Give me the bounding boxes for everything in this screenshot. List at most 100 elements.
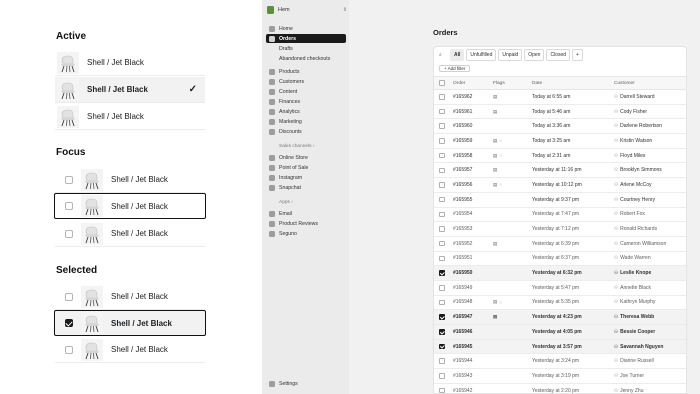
table-row[interactable]: #165946 Yesterday at 4:05 pm ⚇ Bessie Coope… <box>434 325 686 340</box>
table-row[interactable]: #165951 Yesterday at 6:37 pm ⚇ Wade Warren <box>434 252 686 267</box>
row-checkbox[interactable] <box>65 319 73 327</box>
column-date[interactable]: Date <box>532 77 542 89</box>
table-row[interactable]: #165952 ▤ Yesterday at 6:39 pm ⚇ Cameron Wil… <box>434 237 686 252</box>
row-checkbox[interactable] <box>65 202 73 210</box>
table-row[interactable]: #165949 Yesterday at 5:47 pm ⚇ Annette Blac… <box>434 281 686 296</box>
row-checkbox[interactable] <box>439 329 445 335</box>
row-checkbox[interactable] <box>439 299 445 306</box>
row-checkbox[interactable] <box>439 255 445 262</box>
order-number[interactable]: #165950 <box>453 266 472 280</box>
row-checkbox[interactable] <box>439 196 445 203</box>
sidebar-item-email[interactable]: Email <box>266 209 346 218</box>
row-checkbox[interactable] <box>439 343 445 350</box>
row-checkbox[interactable] <box>439 152 445 159</box>
row-checkbox[interactable] <box>439 240 445 247</box>
add-filter-button[interactable]: + Add filter <box>439 65 471 72</box>
sidebar-item-orders[interactable]: Orders <box>266 34 346 43</box>
sidebar-item-abandoned-checkouts[interactable]: Abandoned checkouts <box>266 54 346 63</box>
add-tab-button[interactable]: + <box>572 48 583 61</box>
tab-unfulfilled[interactable]: Unfulfilled <box>466 48 497 61</box>
table-row[interactable]: #165950 Yesterday at 6:32 pm ⚇ Leslie Knope <box>434 266 686 281</box>
sidebar-item-settings[interactable]: Settings <box>266 379 346 388</box>
apps-label[interactable]: Apps › <box>279 200 293 205</box>
tab-open[interactable]: Open <box>524 48 545 61</box>
variant-option[interactable]: Shell / Jet Black ✓ <box>55 77 205 103</box>
tab-unpaid[interactable]: Unpaid <box>498 48 523 61</box>
row-checkbox[interactable] <box>439 373 445 379</box>
order-number[interactable]: #165953 <box>453 222 472 236</box>
order-number[interactable]: #165946 <box>453 325 472 339</box>
row-checkbox[interactable] <box>439 314 445 320</box>
sidebar-item-content[interactable]: Content <box>266 87 346 96</box>
order-number[interactable]: #165957 <box>453 163 472 177</box>
order-number[interactable]: #165942 <box>453 384 472 393</box>
row-checkbox[interactable] <box>439 167 445 174</box>
order-number[interactable]: #165948 <box>453 296 472 310</box>
table-row[interactable]: #165945 Yesterday at 3:57 pm ⚇ Savannah Ngu… <box>434 339 686 355</box>
row-checkbox[interactable] <box>439 211 445 218</box>
order-number[interactable]: #165956 <box>453 178 472 192</box>
variant-option[interactable]: Shell / Jet Black <box>55 167 205 193</box>
table-row[interactable]: #165948 ▤ ◌ Yesterday at 5:35 pm ⚇ Kathryn Mu… <box>434 296 686 311</box>
table-row[interactable]: #165962 ▤ Today at 6:55 am ⚇ Darrell Steward <box>434 90 686 105</box>
table-row[interactable]: #165953 Yesterday at 7:12 pm ⚇ Ronald Richa… <box>434 222 686 237</box>
variant-option[interactable]: Shell / Jet Black <box>54 193 206 219</box>
order-number[interactable]: #165961 <box>453 105 472 119</box>
variant-option[interactable]: Shell / Jet Black <box>55 337 205 363</box>
tab-all[interactable]: All <box>450 48 465 61</box>
sidebar-item-drafts[interactable]: Drafts <box>266 44 346 53</box>
table-row[interactable]: #165943 Yesterday at 3:19 pm ⚇ Joe Turner <box>434 369 686 384</box>
order-number[interactable]: #165943 <box>453 369 472 383</box>
table-row[interactable]: #165958 ▤ ◌ Today at 2:31 am ⚇ Floyd Miles <box>434 149 686 164</box>
table-row[interactable]: #165947 ▤ Yesterday at 4:23 pm ⚇ Theresa Web… <box>434 310 686 325</box>
table-row[interactable]: #165942 Yesterday at 2:20 pm ⚇ Jenny Zhu <box>434 384 686 393</box>
table-row[interactable]: #165956 ▤ ◌ Yesterday at 10:12 pm ⚇ Arlene Mc… <box>434 178 686 193</box>
row-checkbox[interactable] <box>65 292 73 301</box>
row-checkbox[interactable] <box>439 226 445 232</box>
order-number[interactable]: #165960 <box>453 119 472 133</box>
variant-option[interactable]: Shell / Jet Black <box>55 50 205 76</box>
row-checkbox[interactable] <box>439 358 445 364</box>
row-checkbox[interactable] <box>439 108 445 115</box>
select-all-checkbox[interactable] <box>439 80 445 86</box>
table-row[interactable]: #165961 ▤ Today at 5:46 am ⚇ Cody Fisher <box>434 105 686 120</box>
sidebar-item-seguno[interactable]: Seguno <box>266 229 346 238</box>
column-customer[interactable]: Customer <box>614 77 635 89</box>
row-checkbox[interactable] <box>439 123 445 129</box>
order-number[interactable]: #165955 <box>453 193 472 207</box>
sidebar-item-customers[interactable]: Customers <box>266 77 346 86</box>
variant-option[interactable]: Shell / Jet Black <box>55 221 205 247</box>
table-row[interactable]: #165960 Today at 3:36 am ⚇ Darlene Robertso… <box>434 119 686 135</box>
row-checkbox[interactable] <box>439 285 445 291</box>
row-checkbox[interactable] <box>65 229 73 238</box>
row-checkbox[interactable] <box>65 345 73 354</box>
sidebar-item-product-reviews[interactable]: Product Reviews <box>266 219 346 228</box>
sidebar-item-online-store[interactable]: Online Store <box>266 153 346 162</box>
order-number[interactable]: #165951 <box>453 252 472 266</box>
sidebar-item-snapchat[interactable]: Snapchat <box>266 183 346 192</box>
order-number[interactable]: #165944 <box>453 354 472 368</box>
sales-channels-label[interactable]: Sales channels › <box>279 144 315 149</box>
row-checkbox[interactable] <box>439 387 445 393</box>
order-number[interactable]: #165945 <box>453 340 472 354</box>
order-number[interactable]: #165949 <box>453 281 472 295</box>
store-switcher[interactable]: Hem ⇕ <box>267 5 347 15</box>
table-row[interactable]: #165957 ▤ Yesterday at 11:16 pm ⚇ Brooklyn S… <box>434 163 686 179</box>
row-checkbox[interactable] <box>439 138 445 144</box>
table-row[interactable]: #165959 ▤ ◌ Today at 3:25 am ⚇ Kristin Watson <box>434 134 686 149</box>
sidebar-item-discounts[interactable]: Discounts <box>266 127 346 136</box>
variant-option[interactable]: Shell / Jet Black <box>55 284 205 310</box>
row-checkbox[interactable] <box>439 270 445 276</box>
table-row[interactable]: #165955 Yesterday at 9:37 pm ⚇ Courtney Hen… <box>434 193 686 208</box>
order-number[interactable]: #165952 <box>453 237 472 251</box>
order-number[interactable]: #165959 <box>453 134 472 148</box>
order-number[interactable]: #165947 <box>453 310 472 324</box>
order-number[interactable]: #165958 <box>453 149 472 163</box>
sidebar-item-marketing[interactable]: Marketing <box>266 117 346 126</box>
table-row[interactable]: #165944 Yesterday at 3:24 pm ⚇ Dianne Russe… <box>434 354 686 370</box>
table-row[interactable]: #165954 Yesterday at 7:47 pm ⚇ Robert Fox <box>434 208 686 223</box>
row-checkbox[interactable] <box>439 182 445 188</box>
column-order[interactable]: Order <box>453 77 465 89</box>
variant-option[interactable]: Shell / Jet Black <box>55 104 205 130</box>
sidebar-item-analytics[interactable]: Analytics <box>266 107 346 116</box>
